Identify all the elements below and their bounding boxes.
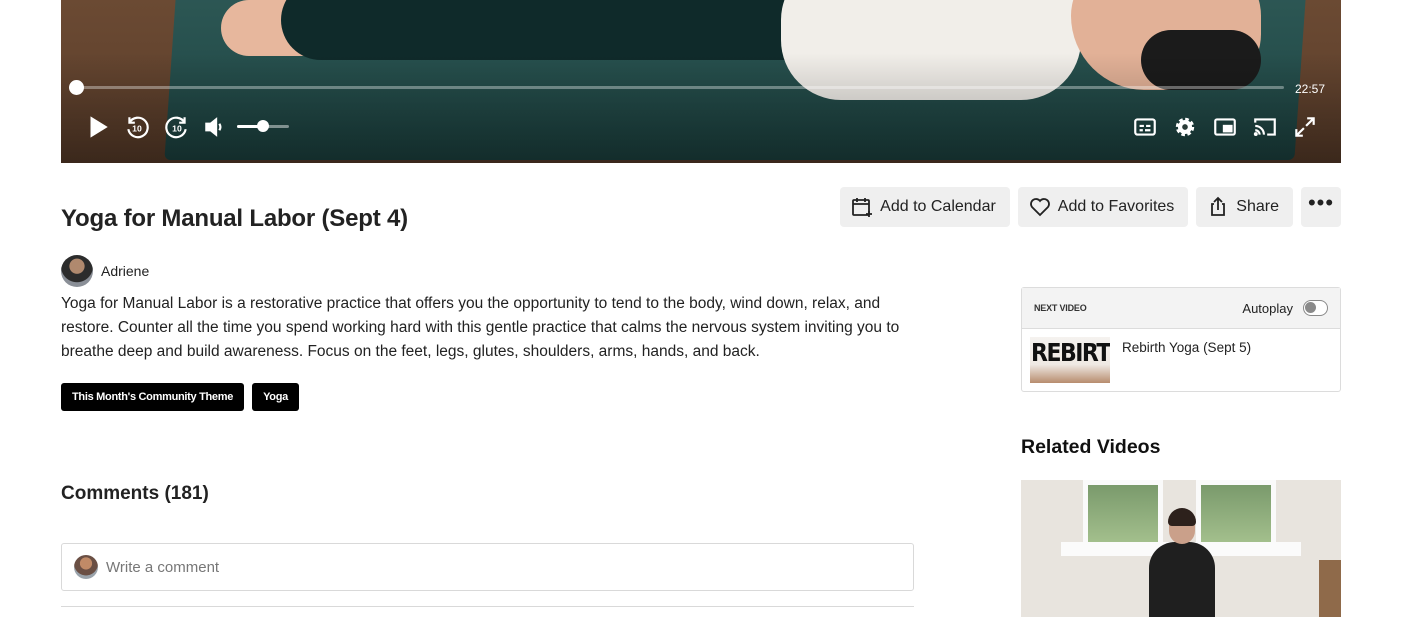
comment-input[interactable] <box>106 558 886 576</box>
user-avatar <box>74 555 98 579</box>
rewind-10-button[interactable]: 10 <box>122 112 152 142</box>
author-avatar[interactable] <box>61 255 93 287</box>
add-to-calendar-label: Add to Calendar <box>880 198 996 215</box>
add-to-favorites-label: Add to Favorites <box>1057 198 1175 215</box>
captions-button[interactable] <box>1130 112 1160 142</box>
comment-box[interactable] <box>61 543 914 591</box>
video-title: Yoga for Manual Labor (Sept 4) <box>61 205 408 232</box>
progress-knob[interactable] <box>69 80 84 95</box>
tag-list: This Month's Community Theme Yoga <box>61 383 299 411</box>
next-video-thumbnail-text: REBIRTH <box>1031 339 1110 368</box>
more-options-button[interactable]: ••• <box>1301 187 1341 227</box>
play-icon <box>90 116 108 138</box>
next-video-header: NEXT VIDEO Autoplay <box>1022 288 1340 329</box>
thumbnail-window-left <box>1083 480 1163 550</box>
add-to-calendar-button[interactable]: Add to Calendar <box>840 187 1010 227</box>
author-row[interactable]: Adriene <box>61 255 149 287</box>
play-button[interactable] <box>82 112 112 142</box>
thumbnail-person-body <box>1149 542 1215 617</box>
volume-knob[interactable] <box>257 120 269 132</box>
settings-icon <box>1175 117 1195 137</box>
share-button[interactable]: Share <box>1196 187 1293 227</box>
more-options-icon: ••• <box>1307 190 1335 215</box>
heart-icon <box>1029 198 1050 217</box>
captions-icon <box>1134 118 1156 136</box>
comments-heading: Comments (181) <box>61 483 209 504</box>
next-video-label: NEXT VIDEO <box>1034 303 1087 313</box>
next-video-item[interactable]: REBIRTH Rebirth Yoga (Sept 5) <box>1022 329 1340 383</box>
related-video-thumbnail[interactable] <box>1021 480 1341 617</box>
thumbnail-chair <box>1319 560 1341 617</box>
svg-text:10: 10 <box>172 123 182 133</box>
cast-icon <box>1253 118 1276 136</box>
video-description: Yoga for Manual Labor is a restorative p… <box>61 295 900 360</box>
picture-in-picture-button[interactable] <box>1210 112 1240 142</box>
tag-community-theme[interactable]: This Month's Community Theme <box>61 383 245 411</box>
next-video-thumbnail[interactable]: REBIRTH <box>1030 337 1110 383</box>
add-to-favorites-button[interactable]: Add to Favorites <box>1017 187 1189 227</box>
share-label: Share <box>1236 198 1279 215</box>
video-actions: Add to Calendar Add to Favorites Share •… <box>840 187 1341 227</box>
share-icon <box>1211 196 1226 216</box>
thumbnail-person-hair <box>1168 508 1196 526</box>
video-frame-legs <box>281 0 841 60</box>
fullscreen-icon <box>1295 117 1315 137</box>
progress-bar[interactable] <box>69 80 1284 95</box>
next-video-panel: NEXT VIDEO Autoplay REBIRTH Rebirth Yoga… <box>1021 287 1341 392</box>
autoplay-toggle[interactable] <box>1303 300 1328 316</box>
tag-yoga[interactable]: Yoga <box>252 383 299 411</box>
autoplay-label: Autoplay <box>1242 300 1293 316</box>
duration-time: 22:57 <box>1294 82 1325 96</box>
comments-divider <box>61 606 914 607</box>
related-videos-heading: Related Videos <box>1021 436 1161 458</box>
forward-10-button[interactable]: 10 <box>162 112 192 142</box>
controls-overlay <box>61 53 1341 163</box>
picture-in-picture-icon <box>1214 118 1236 136</box>
cast-button[interactable] <box>1250 112 1280 142</box>
svg-text:10: 10 <box>132 123 142 133</box>
forward-10-icon: 10 <box>165 116 187 139</box>
volume-slider[interactable] <box>237 120 289 132</box>
next-video-title[interactable]: Rebirth Yoga (Sept 5) <box>1122 340 1251 383</box>
rewind-10-icon: 10 <box>127 116 149 139</box>
author-name[interactable]: Adriene <box>101 263 149 279</box>
video-player[interactable]: 22:57 10 10 <box>61 0 1341 163</box>
thumbnail-window-right <box>1196 480 1276 550</box>
autoplay-control: Autoplay <box>1242 300 1328 316</box>
mute-button[interactable] <box>200 112 230 142</box>
volume-icon <box>205 117 222 137</box>
settings-button[interactable] <box>1170 112 1200 142</box>
fullscreen-button[interactable] <box>1290 112 1320 142</box>
calendar-add-icon <box>852 198 873 217</box>
